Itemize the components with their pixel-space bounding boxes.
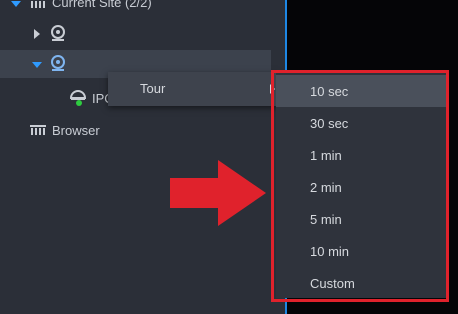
dome-camera-icon — [69, 90, 87, 106]
expand-caret-icon[interactable] — [11, 1, 21, 7]
context-menu: Tour — [108, 72, 278, 106]
context-menu-item-tour[interactable]: Tour — [108, 72, 278, 106]
tour-option-10-sec[interactable]: 10 sec — [276, 75, 446, 107]
tour-option-custom[interactable]: Custom — [276, 267, 446, 299]
site-icon — [31, 1, 45, 8]
camera-icon — [51, 25, 65, 41]
tour-option-1-min[interactable]: 1 min — [276, 139, 446, 171]
tour-menu-label: Tour — [140, 81, 166, 96]
tour-interval-submenu: 10 sec 30 sec 1 min 2 min 5 min 10 min C… — [276, 73, 446, 298]
online-status-dot — [76, 100, 82, 106]
tour-option-30-sec[interactable]: 30 sec — [276, 107, 446, 139]
tree-browser-label: Browser — [52, 123, 100, 138]
tour-option-2-min[interactable]: 2 min — [276, 171, 446, 203]
red-arrow-icon — [170, 160, 266, 226]
tree-root-row[interactable]: Current Site (2/2) — [0, 0, 285, 18]
tour-option-5-min[interactable]: 5 min — [276, 203, 446, 235]
browser-icon — [30, 125, 46, 135]
tree-browser-row[interactable]: Browser — [0, 116, 285, 144]
collapse-caret-icon[interactable] — [32, 62, 42, 68]
tour-option-10-min[interactable]: 10 min — [276, 235, 446, 267]
tree-device-row[interactable] — [0, 20, 285, 48]
expand-caret-icon[interactable] — [34, 29, 40, 39]
tree-root-label: Current Site (2/2) — [52, 0, 152, 10]
submenu-arrow-icon — [270, 84, 275, 94]
camera-icon — [51, 55, 65, 71]
